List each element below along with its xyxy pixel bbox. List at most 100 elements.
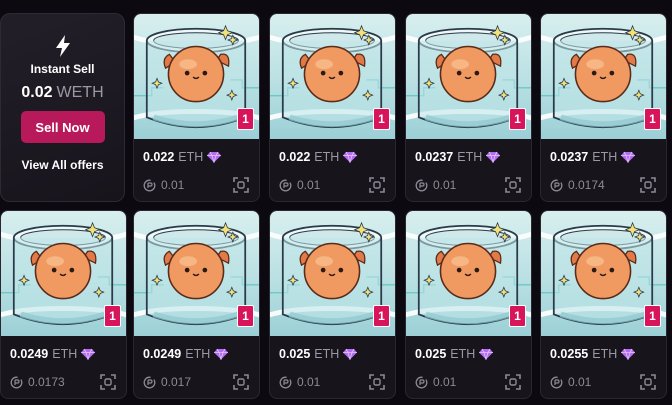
- last-offer-value: 0.0173: [28, 375, 65, 389]
- nft-image: 1: [270, 14, 395, 139]
- last-offer: 0.01: [279, 178, 320, 192]
- last-offer: 0.017: [143, 375, 191, 389]
- quantity-badge: 1: [373, 108, 390, 130]
- price-currency: ETH: [457, 150, 483, 164]
- diamond-icon: [81, 348, 96, 360]
- last-offer: 0.0174: [550, 178, 605, 192]
- last-offer-value: 0.017: [161, 375, 192, 389]
- last-offer-value: 0.01: [297, 375, 321, 389]
- quantity-badge: 1: [237, 305, 254, 327]
- nft-image: 1: [541, 14, 666, 139]
- quantity-badge: 1: [509, 108, 526, 130]
- nft-card[interactable]: 1 0.025 ETH 0.01: [269, 210, 396, 399]
- price-row: 0.0237 ETH: [415, 150, 501, 164]
- nft-image: 1: [406, 211, 531, 336]
- last-offer: 0.01: [550, 375, 591, 389]
- price-row: 0.022 ETH: [143, 150, 222, 164]
- price-currency: ETH: [314, 347, 340, 361]
- diamond-icon: [621, 348, 636, 360]
- price-value: 0.0249: [10, 347, 49, 361]
- offer-icon: [143, 376, 156, 388]
- offer-icon: [550, 179, 563, 191]
- meta-row: 0.01: [550, 373, 657, 391]
- meta-row: 0.01: [279, 373, 386, 391]
- expand-icon[interactable]: [232, 176, 250, 194]
- price-row: 0.0255 ETH: [550, 347, 636, 361]
- expand-icon[interactable]: [504, 373, 522, 391]
- quantity-badge: 1: [644, 305, 661, 327]
- instant-sell-price: 0.02 WETH: [21, 84, 103, 102]
- meta-row: 0.0174: [550, 176, 657, 194]
- quantity-badge: 1: [104, 305, 121, 327]
- nft-card[interactable]: 1 0.025 ETH 0.01: [405, 210, 532, 399]
- offer-icon: [143, 179, 156, 191]
- nft-image: 1: [270, 211, 395, 336]
- nft-image: 1: [541, 211, 666, 336]
- instant-sell-price-value: 0.02: [21, 84, 53, 101]
- quantity-badge: 1: [509, 305, 526, 327]
- price-value: 0.0237: [415, 150, 454, 164]
- quantity-badge: 1: [237, 108, 254, 130]
- diamond-icon: [621, 151, 636, 163]
- last-offer: 0.0173: [10, 375, 65, 389]
- last-offer-value: 0.01: [161, 178, 185, 192]
- price-currency: ETH: [52, 347, 78, 361]
- last-offer-value: 0.01: [433, 375, 457, 389]
- expand-icon[interactable]: [232, 373, 250, 391]
- nft-card[interactable]: 1 0.0237 ETH 0.01: [405, 13, 532, 202]
- offer-icon: [415, 376, 428, 388]
- price-value: 0.022: [279, 150, 311, 164]
- expand-icon[interactable]: [368, 373, 386, 391]
- meta-row: 0.01: [415, 373, 522, 391]
- view-all-offers-link[interactable]: View All offers: [21, 158, 103, 172]
- price-row: 0.022 ETH: [279, 150, 358, 164]
- price-currency: ETH: [178, 150, 204, 164]
- price-currency: ETH: [592, 150, 618, 164]
- price-row: 0.025 ETH: [279, 347, 358, 361]
- sell-now-button[interactable]: Sell Now: [20, 111, 105, 143]
- instant-sell-title: Instant Sell: [30, 62, 95, 76]
- nft-card[interactable]: 1 0.0237 ETH 0.0174: [540, 13, 667, 202]
- last-offer: 0.01: [143, 178, 184, 192]
- diamond-icon: [486, 151, 501, 163]
- quantity-badge: 1: [644, 108, 661, 130]
- price-value: 0.0237: [550, 150, 589, 164]
- expand-icon[interactable]: [504, 176, 522, 194]
- price-row: 0.025 ETH: [415, 347, 494, 361]
- offer-icon: [10, 376, 23, 388]
- price-row: 0.0237 ETH: [550, 150, 636, 164]
- expand-icon[interactable]: [639, 373, 657, 391]
- meta-row: 0.01: [415, 176, 522, 194]
- instant-sell-currency: WETH: [56, 84, 104, 101]
- diamond-icon: [214, 348, 229, 360]
- diamond-icon: [207, 151, 222, 163]
- last-offer: 0.01: [279, 375, 320, 389]
- offer-icon: [550, 376, 563, 388]
- expand-icon[interactable]: [99, 373, 117, 391]
- price-row: 0.0249 ETH: [143, 347, 229, 361]
- offer-icon: [279, 179, 292, 191]
- expand-icon[interactable]: [368, 176, 386, 194]
- nft-image: 1: [1, 211, 126, 336]
- meta-row: 0.01: [279, 176, 386, 194]
- price-value: 0.0255: [550, 347, 589, 361]
- last-offer-value: 0.0174: [568, 178, 605, 192]
- nft-card[interactable]: 1 0.0255 ETH 0.01: [540, 210, 667, 399]
- nft-card[interactable]: 1 0.0249 ETH 0.0173: [0, 210, 127, 399]
- price-currency: ETH: [314, 150, 340, 164]
- price-value: 0.0249: [143, 347, 182, 361]
- offer-icon: [415, 179, 428, 191]
- last-offer: 0.01: [415, 375, 456, 389]
- price-value: 0.025: [279, 347, 311, 361]
- diamond-icon: [343, 151, 358, 163]
- price-row: 0.0249 ETH: [10, 347, 96, 361]
- last-offer-value: 0.01: [433, 178, 457, 192]
- nft-card[interactable]: 1 0.022 ETH 0.01: [269, 13, 396, 202]
- price-currency: ETH: [592, 347, 618, 361]
- nft-card[interactable]: 1 0.0249 ETH 0.017: [133, 210, 260, 399]
- expand-icon[interactable]: [639, 176, 657, 194]
- nft-card[interactable]: 1 0.022 ETH 0.01: [133, 13, 260, 202]
- quantity-badge: 1: [373, 305, 390, 327]
- meta-row: 0.01: [143, 176, 250, 194]
- last-offer-value: 0.01: [297, 178, 321, 192]
